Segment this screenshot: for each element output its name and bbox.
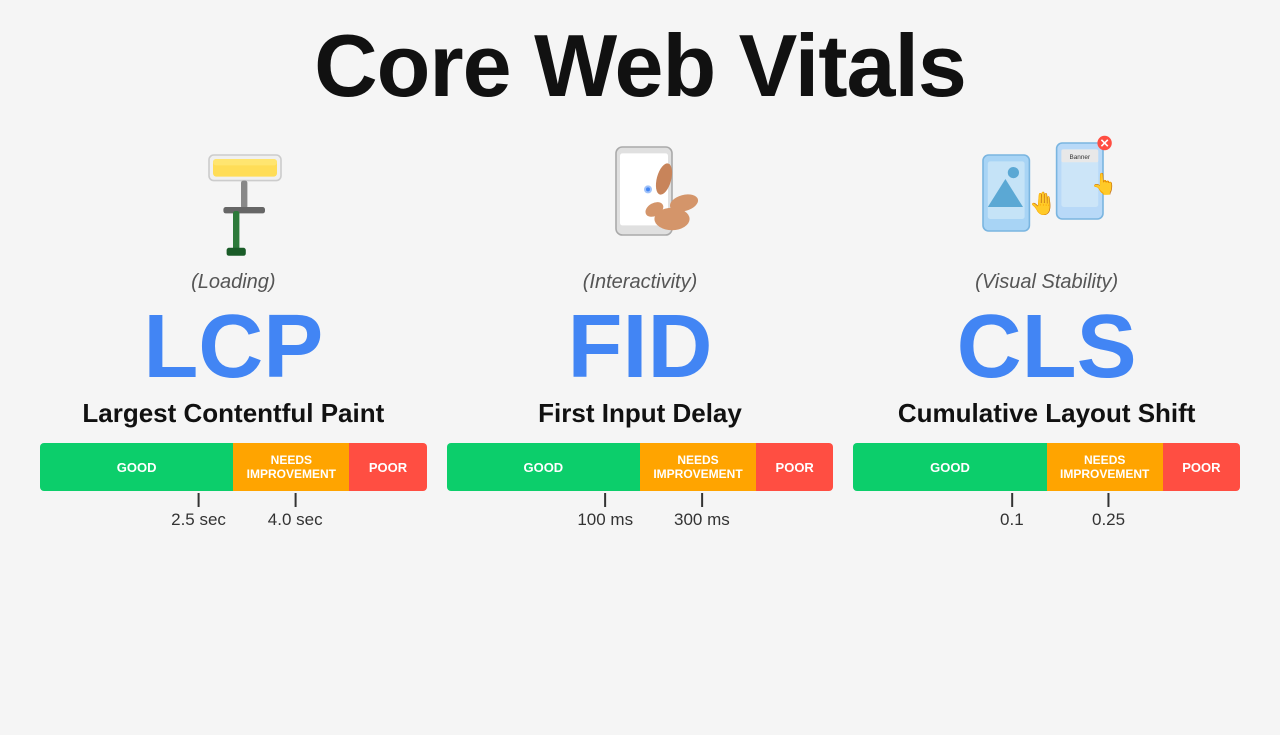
lcp-marker1: 2.5 sec	[171, 493, 226, 530]
lcp-acronym: LCP	[143, 302, 323, 392]
fid-scale: GOOD NEEDS IMPROVEMENT POOR 100 ms 300 m…	[447, 443, 834, 533]
cls-acronym: CLS	[957, 302, 1137, 392]
fid-markers: 100 ms 300 ms	[447, 493, 834, 533]
lcp-good: GOOD	[40, 443, 233, 491]
cls-scale: GOOD NEEDS IMPROVEMENT POOR 0.1 0.25	[853, 443, 1240, 533]
lcp-name: Largest Contentful Paint	[82, 398, 384, 429]
fid-poor: POOR	[756, 443, 833, 491]
fid-good: GOOD	[447, 443, 640, 491]
fid-icon	[540, 122, 740, 267]
fid-marker2-line	[701, 493, 703, 507]
cls-marker1-line	[1011, 493, 1013, 507]
fid-bar: GOOD NEEDS IMPROVEMENT POOR	[447, 443, 834, 491]
cls-marker2-line	[1108, 493, 1110, 507]
cls-marker2-label: 0.25	[1092, 510, 1125, 530]
lcp-scale: GOOD NEEDS IMPROVEMENT POOR 2.5 sec 4.0 …	[40, 443, 427, 533]
fid-marker2-label: 300 ms	[674, 510, 730, 530]
lcp-marker2-line	[294, 493, 296, 507]
metric-card-fid: (Interactivity) FID First Input Delay GO…	[447, 122, 834, 533]
metric-card-cls: Banner 🤚 👆 (Visual Stability) CLS Cumula…	[853, 122, 1240, 533]
lcp-bar: GOOD NEEDS IMPROVEMENT POOR	[40, 443, 427, 491]
lcp-markers: 2.5 sec 4.0 sec	[40, 493, 427, 533]
lcp-marker1-line	[198, 493, 200, 507]
lcp-marker2-label: 4.0 sec	[268, 510, 323, 530]
lcp-poor: POOR	[349, 443, 426, 491]
metrics-row: (Loading) LCP Largest Contentful Paint G…	[40, 122, 1240, 533]
cls-marker1: 0.1	[1000, 493, 1024, 530]
cls-bar: GOOD NEEDS IMPROVEMENT POOR	[853, 443, 1240, 491]
lcp-icon	[133, 122, 333, 267]
svg-text:Banner: Banner	[1069, 154, 1090, 161]
fid-name: First Input Delay	[538, 398, 742, 429]
fid-marker1-line	[604, 493, 606, 507]
fid-needs: NEEDS IMPROVEMENT	[640, 443, 756, 491]
cls-marker1-label: 0.1	[1000, 510, 1024, 530]
lcp-marker1-label: 2.5 sec	[171, 510, 226, 530]
lcp-needs: NEEDS IMPROVEMENT	[233, 443, 349, 491]
cls-category: (Visual Stability)	[975, 271, 1118, 294]
lcp-category: (Loading)	[191, 271, 276, 294]
fid-category: (Interactivity)	[583, 271, 697, 294]
cls-marker2: 0.25	[1092, 493, 1125, 530]
cls-needs: NEEDS IMPROVEMENT	[1047, 443, 1163, 491]
svg-text:👆: 👆	[1091, 172, 1117, 196]
cls-name: Cumulative Layout Shift	[898, 398, 1196, 429]
page-title: Core Web Vitals	[314, 20, 966, 112]
lcp-marker2: 4.0 sec	[268, 493, 323, 530]
fid-marker1: 100 ms	[577, 493, 633, 530]
metric-card-lcp: (Loading) LCP Largest Contentful Paint G…	[40, 122, 427, 533]
svg-text:🤚: 🤚	[1029, 190, 1057, 216]
cls-good: GOOD	[853, 443, 1046, 491]
fid-acronym: FID	[568, 302, 713, 392]
fid-marker1-label: 100 ms	[577, 510, 633, 530]
fid-marker2: 300 ms	[674, 493, 730, 530]
cls-markers: 0.1 0.25	[853, 493, 1240, 533]
cls-poor: POOR	[1163, 443, 1240, 491]
cls-icon: Banner 🤚 👆	[947, 122, 1147, 267]
